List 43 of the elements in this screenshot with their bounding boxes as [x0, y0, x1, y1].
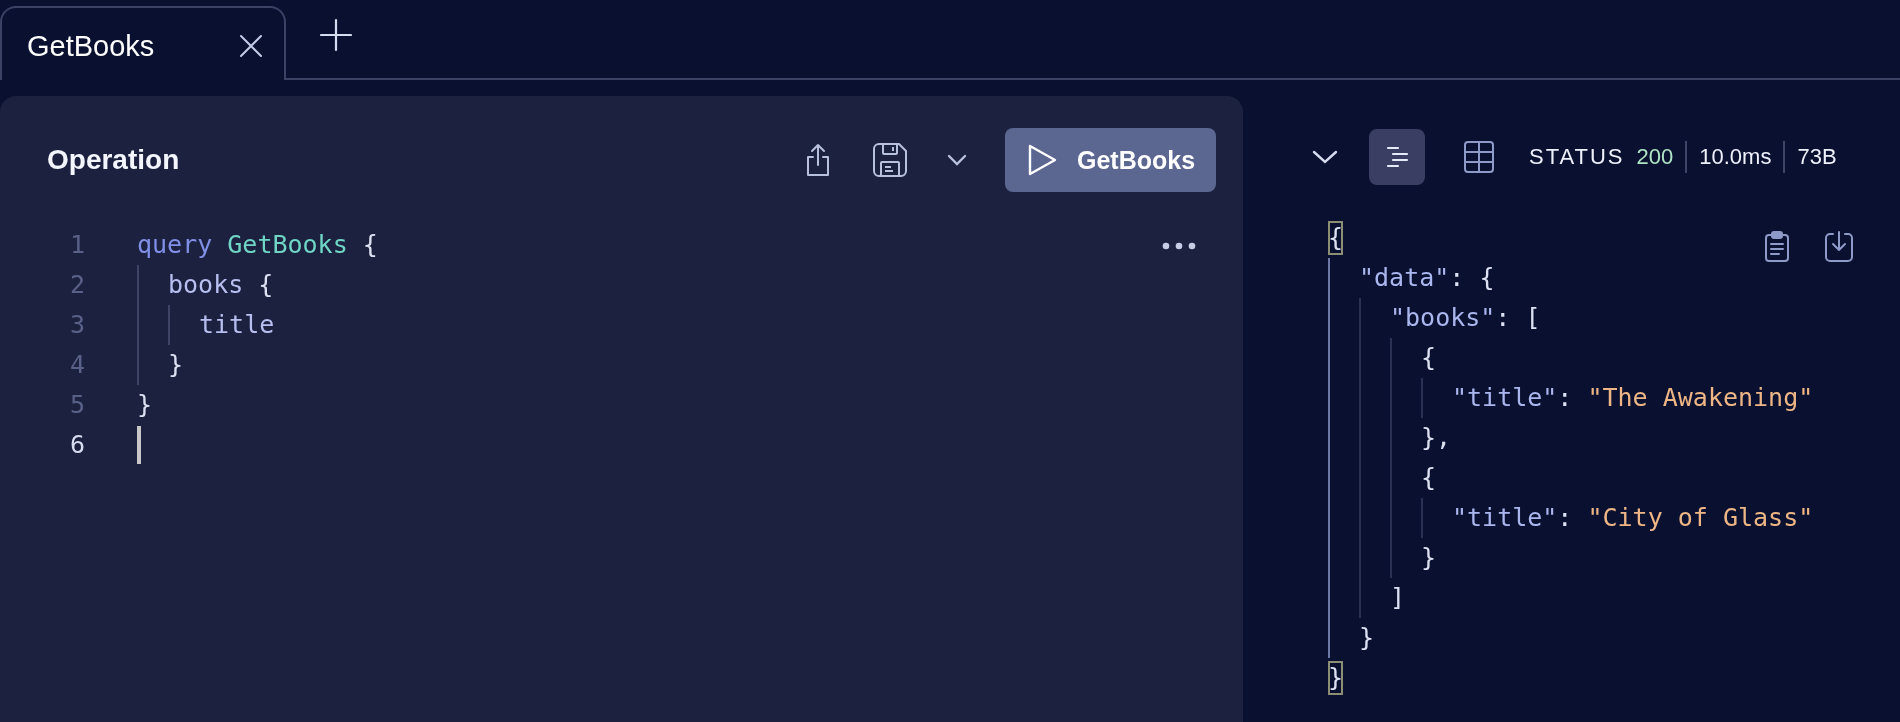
code-line: { [1421, 342, 1437, 374]
play-icon [1027, 144, 1057, 176]
code-line: ] [1390, 582, 1406, 614]
line-number: 6 [68, 429, 85, 461]
code-line: } [1421, 542, 1437, 574]
query-tab[interactable]: GetBooks [0, 6, 286, 80]
download-icon[interactable] [1824, 230, 1854, 262]
status-label: STATUS [1529, 144, 1625, 170]
code-line: } [1359, 622, 1375, 654]
status-code: 200 [1636, 144, 1674, 170]
code-line: } [1328, 661, 1344, 695]
code-line: } [168, 349, 184, 381]
line-number: 4 [68, 349, 85, 381]
more-icon[interactable] [1162, 242, 1196, 250]
code-line: { [1421, 462, 1437, 494]
clipboard-icon[interactable] [1764, 230, 1790, 262]
code-line: books { [168, 269, 274, 301]
table-icon [1464, 141, 1494, 173]
code-line: "title": "The Awakening" [1452, 382, 1814, 414]
line-number: 2 [68, 269, 85, 301]
code-line: { [1328, 221, 1344, 255]
response-time: 10.0ms [1699, 144, 1772, 170]
align-icon [1384, 146, 1410, 168]
close-icon[interactable] [238, 33, 264, 59]
code-line: query GetBooks { [137, 229, 378, 261]
formatted-view-button[interactable] [1369, 129, 1425, 185]
caret-icon[interactable] [947, 154, 967, 166]
share-icon[interactable] [805, 143, 831, 177]
line-number: 5 [68, 389, 85, 421]
code-line: "data": { [1359, 262, 1495, 294]
code-line: } [137, 389, 153, 421]
code-line: }, [1421, 422, 1452, 454]
panel-title: Operation [47, 144, 180, 176]
code-line: "books": [ [1390, 302, 1541, 334]
code-line: "title": "City of Glass" [1452, 502, 1814, 534]
plus-icon[interactable] [320, 18, 352, 52]
run-button[interactable]: GetBooks [1005, 128, 1216, 192]
caret-icon[interactable] [1312, 150, 1338, 164]
save-icon[interactable] [873, 143, 907, 177]
code-line: title [199, 309, 275, 341]
response-size: 73B [1797, 144, 1837, 170]
line-number: 1 [68, 229, 85, 261]
line-number: 3 [68, 309, 85, 341]
